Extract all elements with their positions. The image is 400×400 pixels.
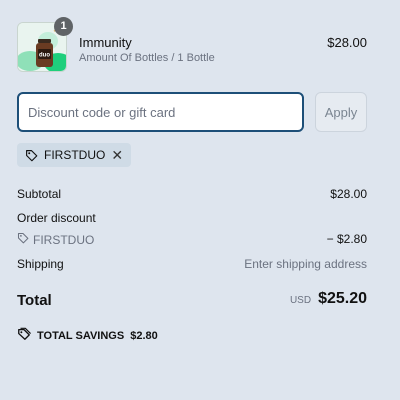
total-row: Total USD $25.20 [17, 290, 367, 312]
discount-code-input[interactable] [17, 92, 304, 132]
product-name: Immunity [79, 35, 132, 50]
total-savings: TOTAL SAVINGS $2.80 [17, 327, 158, 344]
discount-code-name: FIRSTDUO [33, 232, 95, 247]
savings-value: $2.80 [130, 329, 158, 342]
subtotal-label: Subtotal [17, 187, 62, 201]
total-amount: $25.20 [318, 290, 367, 307]
discount-value: − $2.80 [326, 232, 367, 246]
order-discount-label: Order discount [17, 211, 96, 225]
tag-icon [17, 232, 29, 247]
tag-icon [25, 149, 38, 162]
shipping-value: Enter shipping address [244, 257, 367, 271]
product-price: $28.00 [327, 35, 367, 50]
line-item: duo 1 Immunity Amount Of Bottles / 1 Bot… [17, 17, 367, 74]
quantity-badge: 1 [54, 17, 73, 36]
apply-button[interactable]: Apply [315, 92, 367, 132]
product-image-label: duo [39, 53, 50, 59]
savings-label: TOTAL SAVINGS [37, 329, 125, 342]
discount-code-line: FIRSTDUO [17, 232, 94, 247]
total-label: Total [17, 292, 52, 309]
shipping-label: Shipping [17, 257, 64, 271]
product-variant: Amount Of Bottles / 1 Bottle [79, 52, 215, 64]
currency-code: USD [289, 295, 312, 306]
close-icon[interactable]: ✕ [111, 148, 123, 162]
applied-discount-chip: FIRSTDUO ✕ [17, 143, 132, 167]
applied-code-label: FIRSTDUO [44, 148, 106, 162]
subtotal-value: $28.00 [330, 187, 367, 201]
savings-tag-icon [17, 327, 31, 344]
total-amount-group: USD $25.20 [290, 290, 367, 308]
